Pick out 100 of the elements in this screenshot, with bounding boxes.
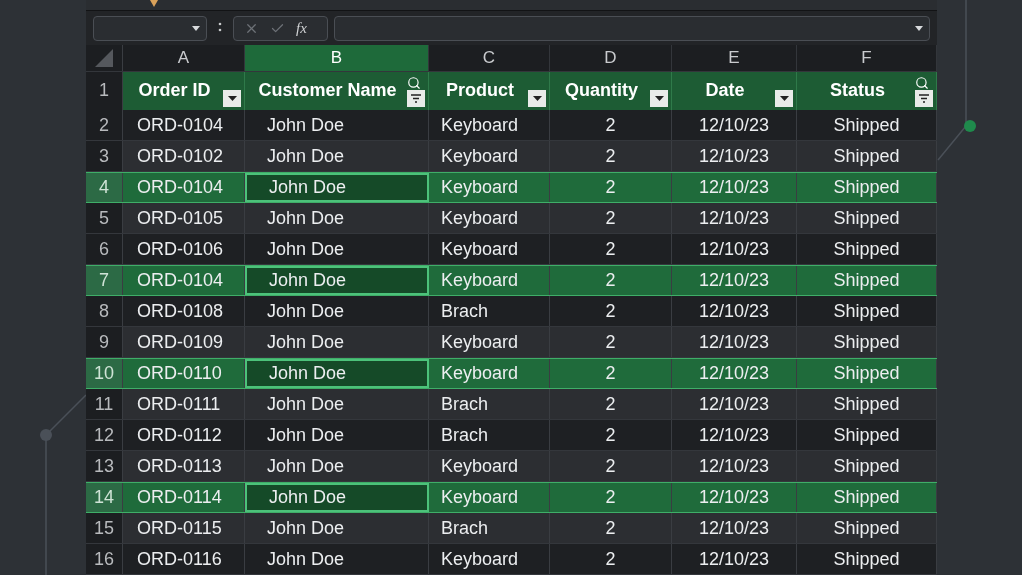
- filter-dropdown-button[interactable]: [223, 90, 241, 107]
- table-cell: ORD-0109: [123, 327, 245, 357]
- table-row[interactable]: 12 ORD-0112 John Doe Brach 2 12/10/23 Shipped: [86, 420, 937, 451]
- table-cell: 2: [550, 110, 672, 140]
- table-cell: 2: [550, 173, 672, 202]
- table-cell: Brach: [429, 389, 550, 419]
- table-cell: 2: [550, 203, 672, 233]
- table-row[interactable]: 16 ORD-0116 John Doe Keyboard 2 12/10/23 Shipped: [86, 544, 937, 575]
- filter-dropdown-button[interactable]: [650, 90, 668, 107]
- function-label[interactable]: fx: [296, 16, 307, 40]
- table-cell: John Doe: [245, 483, 429, 512]
- table-cell: Brach: [429, 296, 550, 326]
- table-cell: ORD-0104: [123, 110, 245, 140]
- column-header[interactable]: B: [245, 45, 429, 71]
- header-label: Date: [705, 79, 745, 103]
- table-cell: Keyboard: [429, 266, 550, 295]
- table-cell: 12/10/23: [672, 420, 797, 450]
- filter-dropdown-button[interactable]: [775, 90, 793, 107]
- table-cell: ORD-0108: [123, 296, 245, 326]
- table-cell: Shipped: [797, 110, 937, 140]
- table-cell: 2: [550, 141, 672, 171]
- table-cell: Brach: [429, 420, 550, 450]
- table-cell: ORD-0102: [123, 141, 245, 171]
- table-cell: 2: [550, 513, 672, 543]
- table-cell: 2: [550, 389, 672, 419]
- table-cell: ORD-0111: [123, 389, 245, 419]
- table-cell: Shipped: [797, 234, 937, 264]
- table-row[interactable]: 10 ORD-0110 John Doe Keyboard 2 12/10/23 Shipped: [86, 358, 937, 389]
- table-cell: 2: [550, 327, 672, 357]
- filter-dropdown-button[interactable]: [528, 90, 546, 107]
- table-row[interactable]: 15 ORD-0115 John Doe Brach 2 12/10/23 Shipped: [86, 513, 937, 544]
- caret-icon: [227, 96, 237, 101]
- table-cell: Keyboard: [429, 327, 550, 357]
- table-cell: Keyboard: [429, 234, 550, 264]
- table-cell: Shipped: [797, 327, 937, 357]
- table-cell: Keyboard: [429, 173, 550, 202]
- table-row[interactable]: 7 ORD-0104 John Doe Keyboard 2 12/10/23 Shipped: [86, 265, 937, 296]
- table-row[interactable]: 8 ORD-0108 John Doe Brach 2 12/10/23 Shipped: [86, 296, 937, 327]
- table-row[interactable]: 2 ORD-0104 John Doe Keyboard 2 12/10/23 Shipped: [86, 110, 937, 141]
- table-cell: John Doe: [245, 327, 429, 357]
- table-cell: Shipped: [797, 296, 937, 326]
- table-cell: John Doe: [245, 296, 429, 326]
- table-cell: John Doe: [245, 266, 429, 295]
- table-cell: John Doe: [245, 513, 429, 543]
- table-row[interactable]: 6 ORD-0106 John Doe Keyboard 2 12/10/23 Shipped: [86, 234, 937, 265]
- table-cell: Keyboard: [429, 544, 550, 574]
- paint-icon[interactable]: [148, 0, 160, 8]
- table-cell: John Doe: [245, 359, 429, 388]
- table-row[interactable]: 5 ORD-0105 John Doe Keyboard 2 12/10/23 Shipped: [86, 203, 937, 234]
- filter-icon: [411, 94, 421, 103]
- table-cell: John Doe: [245, 420, 429, 450]
- table-cell: 12/10/23: [672, 327, 797, 357]
- table-cell: John Doe: [245, 234, 429, 264]
- table-cell: John Doe: [245, 141, 429, 171]
- table-row[interactable]: 4 ORD-0104 John Doe Keyboard 2 12/10/23 Shipped: [86, 172, 937, 203]
- filter-button[interactable]: [407, 90, 425, 107]
- table-cell: Shipped: [797, 389, 937, 419]
- table-cell: 12/10/23: [672, 513, 797, 543]
- table-cell: ORD-0105: [123, 203, 245, 233]
- table-cell: Keyboard: [429, 141, 550, 171]
- table-row[interactable]: 13 ORD-0113 John Doe Keyboard 2 12/10/23 Shipped: [86, 451, 937, 482]
- table-row[interactable]: 11 ORD-0111 John Doe Brach 2 12/10/23 Shipped: [86, 389, 937, 420]
- table-cell: 12/10/23: [672, 544, 797, 574]
- row-number: 3: [86, 141, 123, 171]
- table-row[interactable]: 3 ORD-0102 John Doe Keyboard 2 12/10/23 Shipped: [86, 141, 937, 172]
- table-cell: 12/10/23: [672, 266, 797, 295]
- table-cell: John Doe: [245, 389, 429, 419]
- table-cell: Keyboard: [429, 451, 550, 481]
- table-cell: Keyboard: [429, 110, 550, 140]
- table-cell: 2: [550, 296, 672, 326]
- table-row[interactable]: 14 ORD-0114 John Doe Keyboard 2 12/10/23 Shipped: [86, 482, 937, 513]
- search-icon[interactable]: [407, 75, 421, 90]
- row-number: 10: [86, 359, 123, 388]
- table-cell: Shipped: [797, 420, 937, 450]
- table-cell: ORD-0115: [123, 513, 245, 543]
- row-number: 4: [86, 173, 123, 202]
- table-cell: John Doe: [245, 544, 429, 574]
- caret-icon: [192, 25, 200, 31]
- table-cell: Shipped: [797, 141, 937, 171]
- header-label: Customer Name: [258, 79, 397, 103]
- table-cell: ORD-0106: [123, 234, 245, 264]
- triangle-icon: [95, 48, 113, 67]
- table-cell: 12/10/23: [672, 389, 797, 419]
- table-row[interactable]: 9 ORD-0109 John Doe Keyboard 2 12/10/23 Shipped: [86, 327, 937, 358]
- table-cell: 12/10/23: [672, 296, 797, 326]
- table-cell: Shipped: [797, 359, 937, 388]
- table-cell: Brach: [429, 513, 550, 543]
- row-number: 13: [86, 451, 123, 481]
- filter-button[interactable]: [915, 90, 933, 107]
- row-number: 15: [86, 513, 123, 543]
- formula-input[interactable]: [334, 15, 930, 41]
- table-cell: 2: [550, 544, 672, 574]
- search-icon[interactable]: [915, 75, 929, 90]
- table-cell: 12/10/23: [672, 483, 797, 512]
- table-cell: Keyboard: [429, 203, 550, 233]
- table-cell: Shipped: [797, 544, 937, 574]
- row-number: 7: [86, 266, 123, 295]
- table-cell: John Doe: [245, 173, 429, 202]
- table-cell: 2: [550, 266, 672, 295]
- table-cell: ORD-0116: [123, 544, 245, 574]
